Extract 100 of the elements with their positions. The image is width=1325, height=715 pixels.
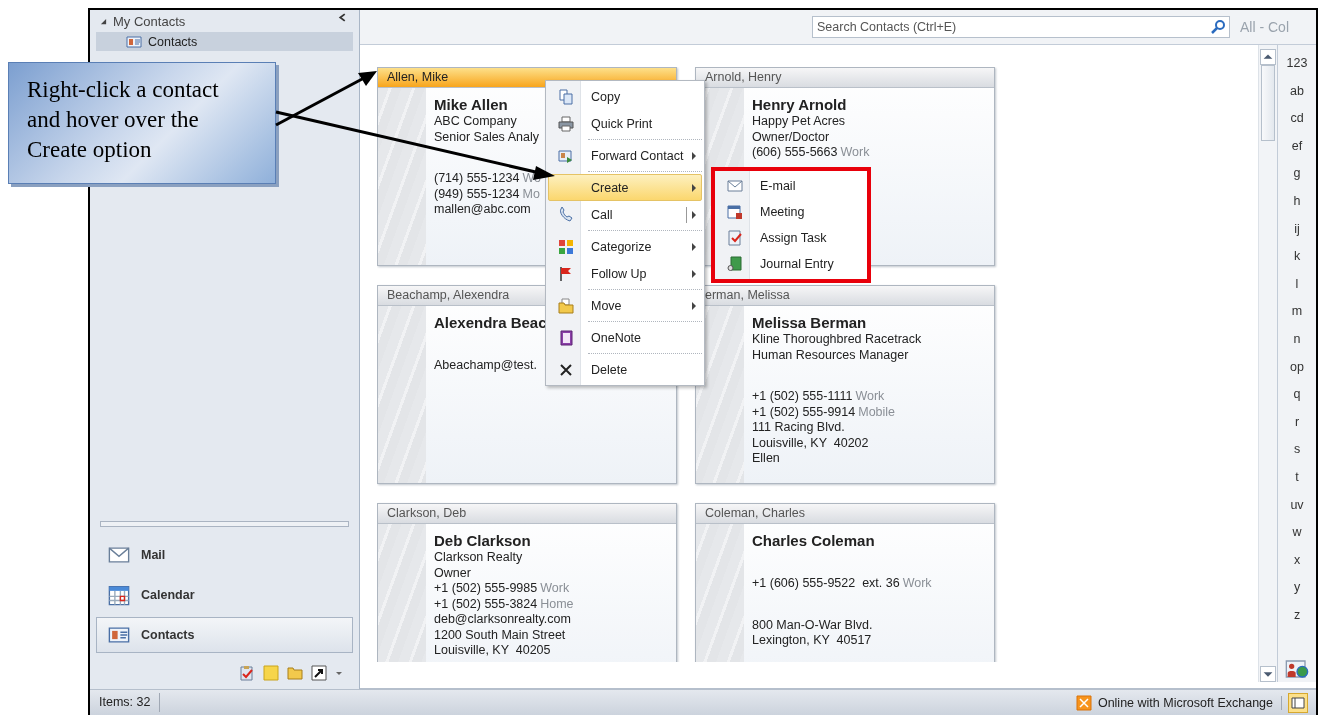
index-letter[interactable]: g [1293, 163, 1301, 191]
phone-icon [558, 206, 574, 223]
contact-detail: deb@clarksonrealty.com [434, 612, 571, 626]
phone-type-label: Work [855, 389, 885, 403]
index-letter[interactable]: t [1295, 466, 1299, 495]
scrollbar[interactable] [1258, 45, 1277, 682]
index-letter[interactable]: h [1293, 190, 1301, 219]
contact-detail: Owner [434, 565, 471, 580]
scroll-up-icon[interactable] [1260, 49, 1276, 65]
card-title-bar[interactable]: Arnold, Henry [696, 68, 994, 88]
task-check-icon [727, 230, 743, 246]
folder-item[interactable]: Contacts [96, 32, 353, 51]
contact-detail: Human Resources Manager [752, 347, 909, 362]
folder-page-icon [558, 297, 574, 314]
menu-item[interactable]: Create [548, 174, 702, 201]
exchange-icon [1075, 694, 1092, 711]
index-letter[interactable]: l [1295, 273, 1299, 302]
expand-triangle-icon[interactable] [100, 17, 107, 25]
phone-type-label: Mobile [858, 404, 896, 419]
index-letter[interactable]: r [1294, 411, 1300, 440]
card-title-bar[interactable]: Coleman, Charles [696, 504, 994, 524]
phone-type-label: Work [540, 581, 570, 595]
contact-name: Henry Arnold [752, 96, 848, 114]
notebook-icon [558, 329, 574, 346]
index-letter[interactable]: ij [1294, 218, 1300, 247]
phone-type-label: Mo [522, 186, 540, 201]
printer-icon [558, 115, 574, 132]
contact-name: Mike Allen [434, 96, 509, 114]
index-letter[interactable]: cd [1290, 108, 1304, 136]
contact-name: Deb Clarkson [434, 532, 532, 550]
contact-detail: Owner/Doctor [752, 129, 830, 144]
calendar-icon [727, 204, 743, 220]
contact-detail: (714) 555-1234 [434, 171, 520, 185]
connection-status: Online with Microsoft Exchange [1097, 695, 1282, 710]
envelope-icon [727, 178, 743, 194]
submenu-arrow-icon [691, 210, 697, 219]
index-letter[interactable]: s [1293, 439, 1301, 467]
view-toggle-icon [1290, 694, 1306, 711]
index-letter[interactable]: x [1293, 549, 1301, 578]
phone-type-label: Work [840, 145, 870, 159]
contact-detail: +1 (502) 555-1111 [752, 389, 853, 403]
contact-card-icon [126, 33, 142, 50]
copy-icon [558, 88, 574, 105]
contact-detail: Senior Sales Analy [434, 129, 539, 144]
contact-detail: Kline Thoroughbred Racetrack [752, 332, 922, 346]
module-button[interactable]: Mail [96, 537, 353, 573]
contact-detail: 1200 South Main Street [434, 627, 566, 642]
phone-type-label: Home [540, 596, 574, 611]
index-letter[interactable]: q [1293, 384, 1301, 412]
index-letter[interactable]: 123 [1286, 53, 1308, 81]
phone-type-label: Work [902, 576, 932, 590]
contact-detail: Ellen [752, 451, 780, 465]
contact-card[interactable]: Clarkson, Deb Deb Clarkson Clarkson Realty Owner +1 (502) 555-9985 Work +1 (502) 555-3824 Home deb@clarksonrealty.com 1200 South Main Street Louisville, KY 40205 [377, 503, 677, 662]
calendar-icon [107, 584, 131, 606]
index-letter[interactable]: n [1293, 328, 1301, 357]
contact-detail: (606) 555-5663 [752, 145, 838, 159]
contact-detail: 800 Man-O-War Blvd. [752, 617, 873, 632]
submenu-arrow-icon [691, 183, 697, 192]
people-globe-icon[interactable] [1285, 658, 1309, 680]
submenu-arrow-icon [691, 301, 697, 310]
index-letter[interactable]: ab [1290, 80, 1304, 109]
callout-box: Right-click a contact and hover over the Create option [8, 62, 276, 184]
card-title-bar[interactable]: Clarkson, Deb [378, 504, 676, 524]
contact-card[interactable]: erman, Melissa Melissa Berman Kline Thoroughbred Racetrack Human Resources Manager +1 (502) 555-1111 Work +1 (502) 555-9914 Mobile 111 Racing Blvd. Louisville, KY 40202 Ellen [695, 285, 995, 484]
contact-detail: mallen@abc.com [434, 202, 531, 216]
scroll-down-icon[interactable] [1260, 666, 1276, 682]
menu-item[interactable]: E-mail [717, 173, 865, 199]
contact-card[interactable]: Coleman, Charles Charles Coleman +1 (606) 555-9522 ext. 36 Work 800 Man-O-War Blvd. Lexington, KY 40517 [695, 503, 995, 662]
view-button[interactable] [1288, 692, 1308, 713]
contact-detail: +1 (606) 555-9522 ext. 36 [752, 576, 900, 590]
caret-icon[interactable] [335, 669, 343, 677]
contact-detail: Louisville, KY 40205 [434, 643, 551, 657]
module-button[interactable]: Contacts [96, 617, 353, 653]
contact-detail: Abeachamp@test. [434, 358, 538, 372]
contact-detail: Clarkson Realty [434, 550, 523, 564]
search-field[interactable]: Search Contacts (Ctrl+E) [812, 16, 1230, 38]
index-letter[interactable]: w [1292, 522, 1302, 550]
menu-item[interactable]: Meeting [717, 199, 865, 225]
chevron-left-icon[interactable] [338, 12, 347, 22]
submenu-arrow-icon [691, 242, 697, 251]
scroll-thumb[interactable] [1261, 65, 1275, 141]
module-button[interactable]: Calendar [96, 577, 353, 613]
submenu-arrow-icon [691, 269, 697, 278]
contact-detail: +1 (502) 555-9914 [752, 404, 856, 419]
flag-icon [558, 265, 574, 282]
index-letter[interactable]: uv [1290, 494, 1304, 523]
contact-name: Alexendra Beac [434, 314, 547, 332]
submenu-arrow-icon [691, 151, 697, 160]
index-letter[interactable]: y [1293, 577, 1301, 605]
contact-detail: (949) 555-1234 [434, 186, 520, 201]
index-letter[interactable]: m [1291, 301, 1303, 329]
contact-name: Melissa Berman [752, 314, 868, 332]
group-title: My Contacts [113, 13, 186, 29]
index-letter[interactable]: k [1293, 246, 1301, 274]
menu-item[interactable]: Assign Task [717, 225, 865, 251]
index-letter[interactable]: op [1290, 356, 1304, 385]
index-letter[interactable]: ef [1291, 135, 1303, 164]
clipboard-check-icon[interactable] [239, 665, 255, 681]
index-letter[interactable]: z [1293, 604, 1301, 633]
contact-card-icon [107, 624, 131, 646]
